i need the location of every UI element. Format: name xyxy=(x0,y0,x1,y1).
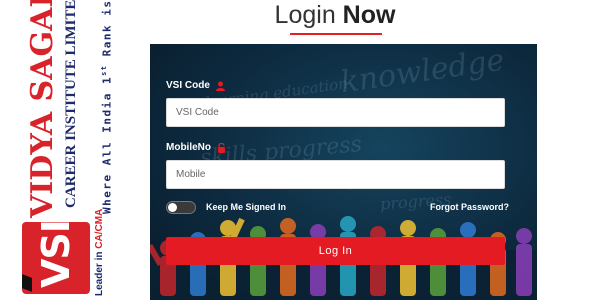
mobile-label-text: MobileNo xyxy=(166,142,211,153)
title-light: Login xyxy=(274,1,343,29)
leader-prefix: Leader in xyxy=(94,251,105,296)
title-bold: Now xyxy=(342,1,396,29)
brand-leader-line: Leader in CA/CMA xyxy=(94,209,105,296)
mobile-input[interactable] xyxy=(166,160,505,189)
keep-signed-in-toggle[interactable] xyxy=(166,201,196,214)
login-button[interactable]: Log In xyxy=(166,237,505,265)
vsi-code-label: VSI Code xyxy=(166,80,225,91)
login-panel: knowledge learning education skills prog… xyxy=(150,44,537,300)
brand-name-text: VIDYA SAGAR xyxy=(25,0,60,218)
tagline-sup: st xyxy=(100,64,108,76)
forgot-password-link[interactable]: Forgot Password? xyxy=(430,202,509,212)
brand-rotated-block: VSI VIDYA SAGAR® CAREER INSTITUTE LIMITE… xyxy=(0,0,128,300)
vsi-logo: VSI xyxy=(22,220,90,294)
title-underline xyxy=(290,33,382,35)
vsi-code-input[interactable] xyxy=(166,98,505,127)
page-title: Login Now xyxy=(260,0,410,40)
page-title-text: Login Now xyxy=(260,0,410,30)
vsi-code-label-text: VSI Code xyxy=(166,80,210,91)
mobile-label: MobileNo xyxy=(166,142,226,153)
background-word: knowledge xyxy=(338,44,507,101)
user-icon xyxy=(215,81,225,91)
tagline-end: Rank is a Tradition xyxy=(101,0,114,64)
brand-tagline: Where All India 1st Rank is a Tradition xyxy=(100,0,114,214)
tagline-start: Where All India 1 xyxy=(100,75,114,214)
leader-highlight: CA/CMA xyxy=(94,208,105,249)
keep-signed-in-label: Keep Me Signed In xyxy=(206,202,287,212)
logo-text: VSI xyxy=(34,220,78,288)
lock-icon xyxy=(218,142,225,153)
brand-subtitle: CAREER INSTITUTE LIMITED xyxy=(63,0,79,208)
toggle-knob xyxy=(168,203,177,212)
brand-name: VIDYA SAGAR® xyxy=(25,0,60,218)
brand-panel: VSI VIDYA SAGAR® CAREER INSTITUTE LIMITE… xyxy=(0,0,130,300)
